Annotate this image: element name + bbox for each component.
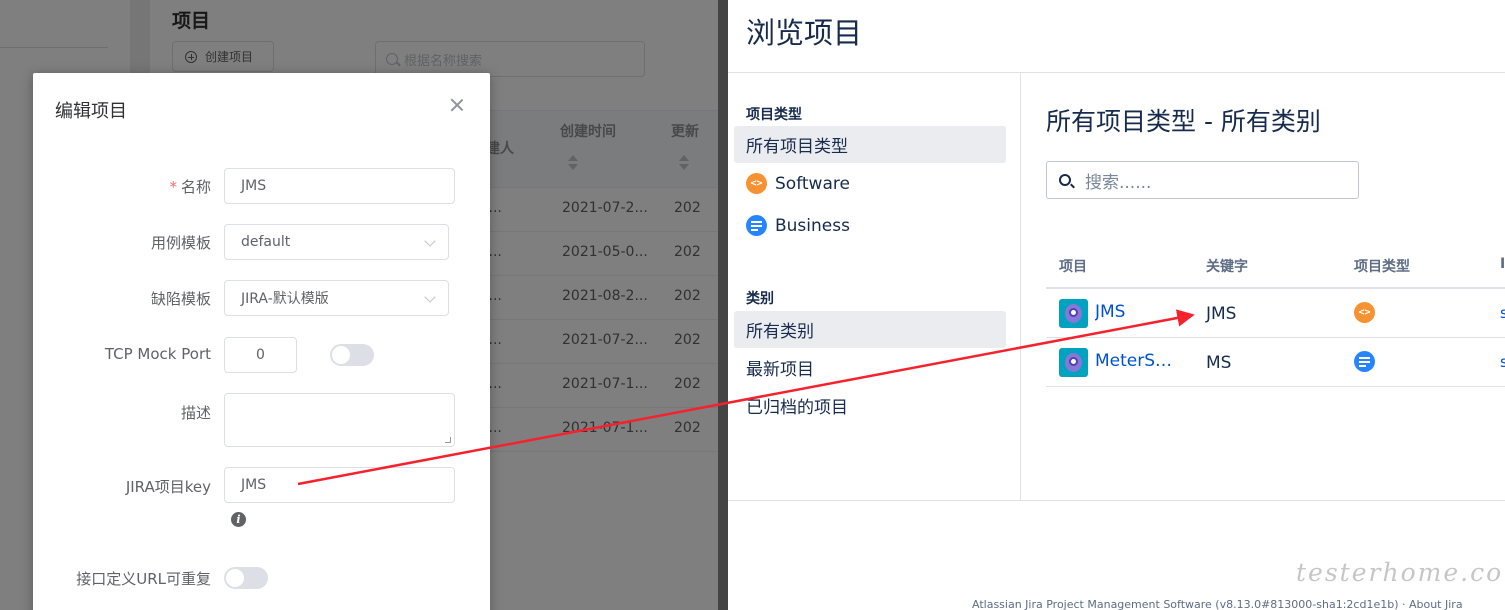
project-name-link[interactable]: MeterSp... [1095,351,1179,371]
tcp-mock-toggle[interactable] [330,344,374,366]
sidebar-item-label: Business [775,215,850,236]
business-icon [1354,351,1375,372]
name-label-text: 名称 [180,178,211,196]
sidebar-item-label: 所有项目类型 [746,137,848,157]
table-row[interactable]: MeterSp... MS s [1046,338,1505,387]
project-lead-link[interactable]: s [1500,353,1505,371]
case-template-select[interactable]: default [224,224,449,260]
sidebar-item-all-project-types[interactable]: 所有项目类型 [734,126,1006,163]
project-key: JMS [1206,304,1237,324]
sidebar-item-all-categories[interactable]: 所有类别 [734,311,1006,348]
close-icon[interactable] [449,97,465,113]
column-project[interactable]: 项目 [1059,256,1087,276]
sidebar-item-recent-projects[interactable]: 最新项目 [734,349,1006,386]
name-input-value: JMS [241,178,267,194]
section-heading: 所有项目类型 - 所有类别 [1046,107,1321,136]
chevron-down-icon [424,291,436,303]
divider [728,500,1505,501]
issue-template-label: 缺陷模板 [150,290,211,308]
sidebar-item-label: Software [775,173,850,194]
column-lead[interactable]: I [1500,256,1505,272]
jira-key-label: JIRA项目key [125,478,211,496]
sidebar-item-label: 最新项目 [746,360,814,380]
project-key: MS [1206,353,1232,373]
required-mark: * [169,178,177,196]
case-template-value: default [241,234,291,250]
description-textarea[interactable] [224,393,455,447]
dialog-title: 编辑项目 [55,101,127,122]
software-icon [1354,302,1375,323]
resize-handle-icon[interactable] [445,437,451,443]
column-key[interactable]: 关键字 [1206,256,1248,276]
sidebar-item-software[interactable]: Software [734,165,1006,202]
software-icon [746,173,767,194]
sidebar-item-archived-projects[interactable]: 已归档的项目 [734,387,1006,424]
sidebar-item-business[interactable]: Business [734,207,1006,244]
sidebar-section-project-types: 项目类型 [746,107,802,123]
project-lead-link[interactable]: s [1500,304,1505,322]
table-row[interactable]: JMS JMS s [1046,289,1505,338]
search-icon [1059,174,1071,186]
sidebar-section-categories: 类别 [746,291,774,307]
jira-browse-projects: 浏览项目 项目类型 所有项目类型 Software Business 类别 所有… [728,0,1505,610]
name-label: * 名称 [169,176,211,197]
edit-project-dialog: 编辑项目 * 名称 JMS 用例模板 default 缺陷模板 JIRA-默认模版… [33,73,490,610]
description-label: 描述 [180,404,211,422]
case-template-label: 用例模板 [150,234,211,252]
sidebar-item-label: 所有类别 [746,322,814,342]
divider [728,72,1505,73]
business-icon [746,215,767,236]
column-project-type[interactable]: 项目类型 [1354,256,1410,276]
page-title: 浏览项目 [746,16,863,50]
project-avatar-icon[interactable] [1059,299,1088,328]
info-icon[interactable]: i [231,512,246,527]
window-divider [718,0,728,610]
chevron-down-icon [424,235,436,247]
watermark: testerhome.com [1296,558,1505,587]
search-placeholder: 搜索...... [1085,172,1152,193]
jira-key-value: JMS [241,477,267,493]
tcp-mock-port-input[interactable]: 0 [224,337,297,373]
sidebar-item-label: 已归档的项目 [746,398,848,418]
footer-text: Atlassian Jira Project Management Softwa… [972,598,1463,610]
project-name-link[interactable]: JMS [1095,302,1125,322]
issue-template-value: JIRA-默认模版 [241,291,329,307]
url-repeatable-label: 接口定义URL可重复 [76,570,211,588]
project-avatar-icon[interactable] [1059,348,1088,377]
issue-template-select[interactable]: JIRA-默认模版 [224,280,449,316]
jira-key-input[interactable]: JMS [224,467,455,503]
project-search-input[interactable]: 搜索...... [1046,161,1359,199]
url-repeatable-toggle[interactable] [224,567,268,589]
name-input[interactable]: JMS [224,168,455,204]
tcp-mock-port-value: 0 [256,347,265,363]
tcp-mock-port-label: TCP Mock Port [104,345,211,363]
divider [1020,73,1021,500]
